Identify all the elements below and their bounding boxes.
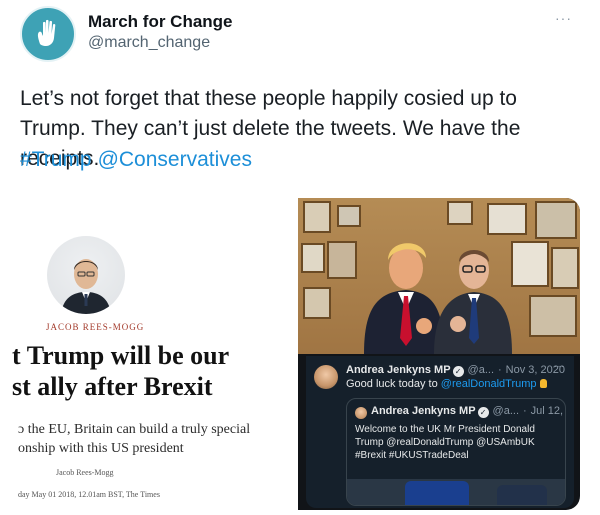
embedded-tweet[interactable]: Andrea Jenkyns MP ✓ @a... · Nov 3, 2020 ··· … [306, 356, 574, 508]
article-byline: Jacob Rees-Mogg [56, 468, 114, 477]
account-handle[interactable]: @march_change [88, 34, 210, 52]
standfirst-line-1: ɔ the EU, Britain can build a truly spec… [18, 422, 251, 437]
quoted-tweet[interactable]: Andrea Jenkyns MP✓@a... ·Jul 12, 2018 Wel… [346, 398, 566, 506]
tweet-hashtags: #Trump @Conservatives [20, 148, 258, 172]
thumbs-up-icon [539, 379, 547, 388]
quoted-handle: @a... [492, 405, 519, 417]
verified-badge-icon: ✓ [452, 366, 464, 377]
quoted-image [347, 479, 565, 505]
raised-hand-icon [37, 19, 56, 46]
photo-illustration [301, 201, 579, 354]
quoted-image-figure [497, 485, 547, 505]
media-image-screenshot[interactable]: Andrea Jenkyns MP ✓ @a... · Nov 3, 2020 ··· … [298, 198, 580, 510]
hashtag-trump[interactable]: #Trump [20, 148, 92, 171]
article-headline: t Trump will be our st ally after Brexit [12, 340, 229, 402]
quoted-author: Andrea Jenkyns MP✓@a... ·Jul 12, 2018 [371, 405, 565, 418]
author-photo [47, 236, 125, 314]
display-name[interactable]: March for Change [88, 12, 233, 32]
quoted-text: Welcome to the UK Mr President Donald Tr… [355, 424, 535, 461]
embedded-more-icon[interactable]: ··· [554, 361, 564, 372]
embedded-tweet-text: Good luck today to @realDonaldTrump [346, 378, 547, 390]
author-portrait-icon [61, 259, 111, 314]
article-dateline: day May 01 2018, 12.01am BST, The Times [18, 490, 160, 499]
embedded-avatar[interactable] [314, 365, 338, 389]
embedded-author[interactable]: Andrea Jenkyns MP ✓ @a... · Nov 3, 2020 [346, 364, 565, 377]
media-image-article[interactable]: JACOB REES-MOGG t Trump will be our st a… [0, 198, 296, 515]
article-standfirst: ɔ the EU, Britain can build a truly spec… [18, 420, 250, 458]
headline-line-1: t Trump will be our [12, 341, 230, 370]
quoted-image-figure [405, 481, 469, 505]
headline-line-2: st ally after Brexit [12, 372, 213, 401]
account-avatar[interactable] [20, 6, 76, 62]
standfirst-line-2: onship with this US president [18, 441, 184, 456]
more-options-icon[interactable]: ··· [555, 10, 572, 26]
author-name: JACOB REES-MOGG [46, 322, 145, 332]
verified-badge-icon: ✓ [477, 407, 489, 418]
embedded-author-name: Andrea Jenkyns MP [346, 364, 451, 376]
embedded-text-prefix: Good luck today to [346, 378, 441, 390]
quoted-author-name: Andrea Jenkyns MP [371, 405, 476, 417]
quoted-avatar [355, 407, 367, 419]
embedded-handle: @a... [467, 364, 494, 376]
embedded-separator: · [498, 364, 502, 376]
quoted-date: Jul 12, 2018 [530, 405, 565, 417]
photo-two-men [298, 198, 580, 354]
embedded-mention[interactable]: @realDonaldTrump [441, 378, 537, 390]
mention-conservatives[interactable]: @Conservatives [98, 148, 252, 171]
quoted-separator: · [523, 405, 527, 417]
